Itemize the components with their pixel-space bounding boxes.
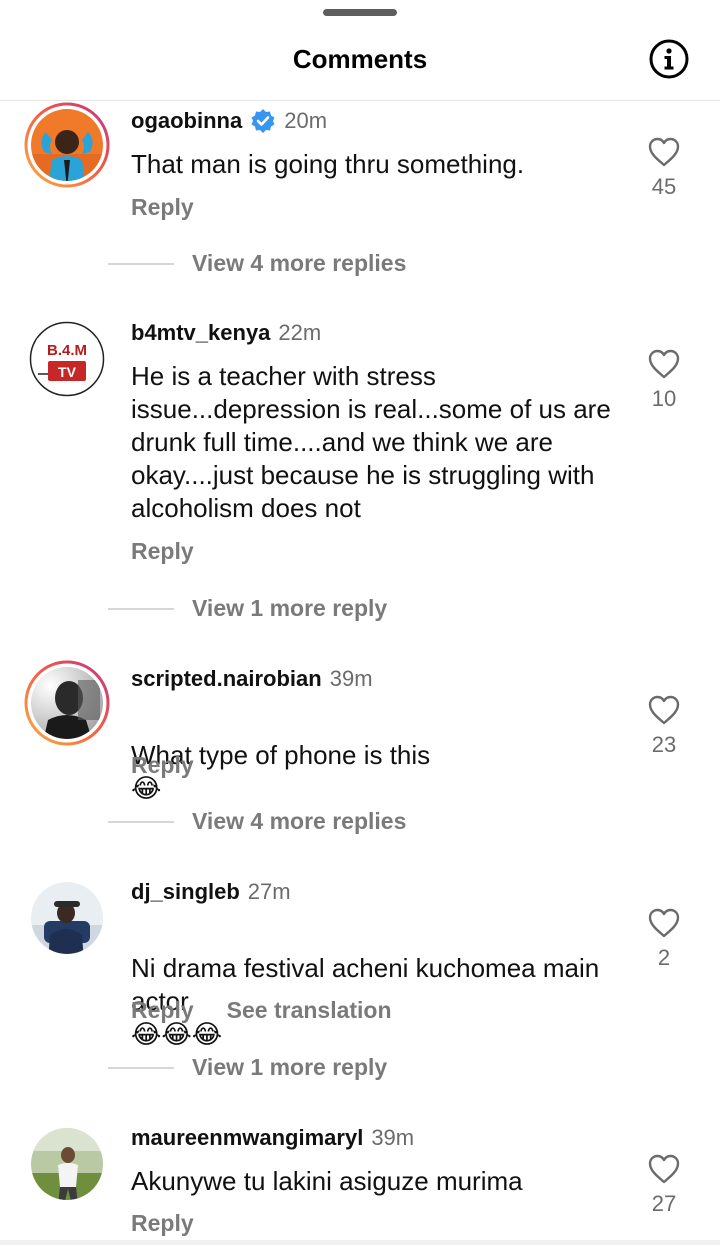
like-control: 10 (634, 348, 694, 412)
see-translation-button[interactable]: See translation (227, 997, 392, 1024)
comment-actions: Reply (131, 752, 194, 779)
comment-header: dj_singleb 27m (131, 877, 291, 907)
timestamp: 20m (284, 108, 328, 133)
info-icon[interactable] (649, 39, 689, 79)
like-count: 2 (657, 945, 671, 970)
verified-badge-icon (251, 109, 275, 133)
header-divider (0, 100, 720, 101)
username[interactable]: scripted.nairobian (131, 666, 322, 692)
reply-button[interactable]: Reply (131, 752, 194, 779)
like-count: 27 (651, 1191, 677, 1216)
comment-text: That man is going thru something. (131, 149, 525, 179)
replies-divider (108, 820, 174, 823)
drag-handle[interactable] (323, 9, 397, 16)
comment-text: What type of phone is this 😂 (131, 706, 611, 805)
like-count: 45 (651, 174, 677, 199)
comment-header: maureenmwangimaryl 39m (131, 1123, 414, 1153)
bottom-edge (0, 1240, 720, 1245)
like-control: 2 (634, 907, 694, 971)
view-replies-label[interactable]: View 1 more reply (192, 1054, 387, 1081)
comment-actions: Reply (131, 538, 194, 565)
view-replies-label[interactable]: View 4 more replies (192, 250, 406, 277)
timestamp: 39m (329, 666, 373, 691)
reply-button[interactable]: Reply (131, 194, 194, 221)
avatar[interactable] (24, 660, 110, 746)
avatar[interactable]: B.4.M TV (24, 316, 110, 402)
comment-header: ogaobinna 20m (131, 106, 327, 136)
replies-divider (108, 262, 174, 265)
like-count: 10 (651, 386, 677, 411)
comment-text: Ni drama festival acheni kuchomea main a… (131, 919, 601, 1051)
avatar[interactable] (24, 102, 110, 188)
replies-divider (108, 1066, 174, 1069)
page-title: Comments (292, 44, 428, 74)
replies-divider (108, 607, 174, 610)
avatar[interactable] (24, 875, 110, 961)
view-replies-label[interactable]: View 4 more replies (192, 808, 406, 835)
username[interactable]: dj_singleb (131, 879, 240, 905)
avatar-label: TV (58, 364, 77, 380)
heart-icon[interactable] (647, 348, 681, 380)
comments-header: Comments (0, 28, 720, 94)
comment-actions: Reply (131, 194, 194, 221)
view-replies-label[interactable]: View 1 more reply (192, 595, 387, 622)
comment-actions: Reply See translation (131, 997, 392, 1024)
avatar[interactable] (24, 1121, 110, 1207)
view-replies[interactable]: View 1 more reply (108, 595, 387, 622)
like-count: 23 (651, 732, 677, 757)
view-replies[interactable]: View 1 more reply (108, 1054, 387, 1081)
timestamp: 27m (247, 879, 291, 904)
like-control: 45 (634, 136, 694, 200)
heart-icon[interactable] (647, 694, 681, 726)
comment-header: scripted.nairobian 39m (131, 664, 373, 694)
timestamp: 39m (371, 1125, 415, 1150)
heart-icon[interactable] (647, 136, 681, 168)
avatar-label: B.4.M (47, 342, 87, 359)
comment-text: He is a teacher with stress issue...depr… (131, 361, 611, 523)
timestamp: 22m (278, 320, 322, 345)
comment-actions: Reply (131, 1210, 194, 1237)
comments-sheet: Comments ogaobinna 20m That man is going… (0, 0, 720, 1245)
username[interactable]: maureenmwangimaryl (131, 1125, 363, 1151)
heart-icon[interactable] (647, 1153, 681, 1185)
username[interactable]: ogaobinna (131, 108, 242, 134)
like-control: 27 (634, 1153, 694, 1217)
comment-header: b4mtv_kenya 22m (131, 318, 321, 348)
like-control: 23 (634, 694, 694, 758)
heart-icon[interactable] (647, 907, 681, 939)
comment-text: Akunywe tu lakini asiguze murima (131, 1166, 523, 1196)
view-replies[interactable]: View 4 more replies (108, 808, 406, 835)
reply-button[interactable]: Reply (131, 538, 194, 565)
reply-button[interactable]: Reply (131, 1210, 194, 1237)
username[interactable]: b4mtv_kenya (131, 320, 270, 346)
reply-button[interactable]: Reply (131, 997, 194, 1024)
view-replies[interactable]: View 4 more replies (108, 250, 406, 277)
